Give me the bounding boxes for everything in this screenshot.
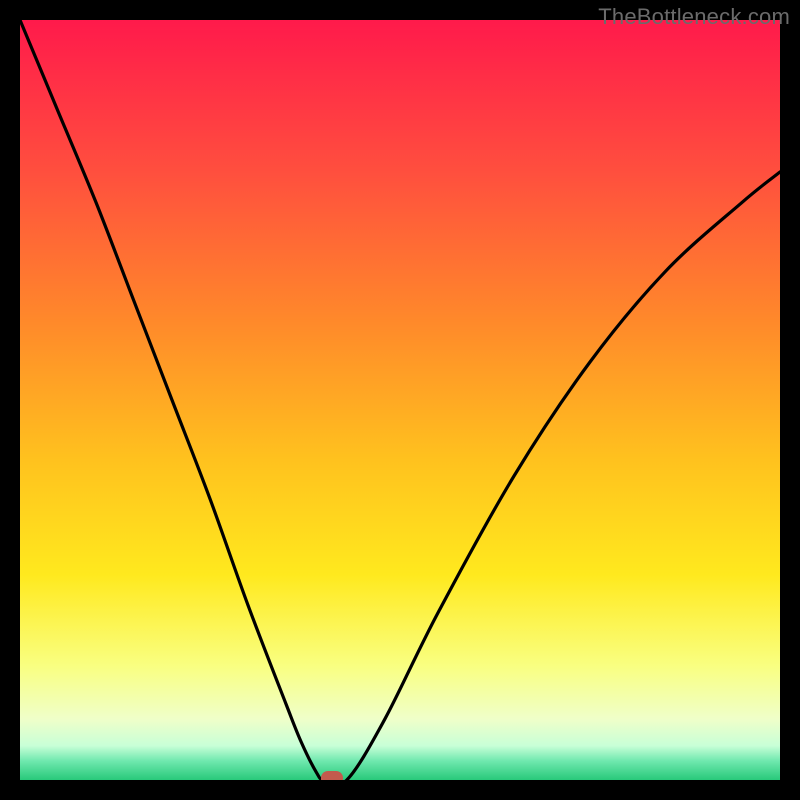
bottleneck-curve [20, 20, 780, 780]
plot-area [20, 20, 780, 780]
chart-frame: TheBottleneck.com [0, 0, 800, 800]
watermark-text: TheBottleneck.com [598, 4, 790, 30]
optimal-point-marker [321, 771, 343, 780]
